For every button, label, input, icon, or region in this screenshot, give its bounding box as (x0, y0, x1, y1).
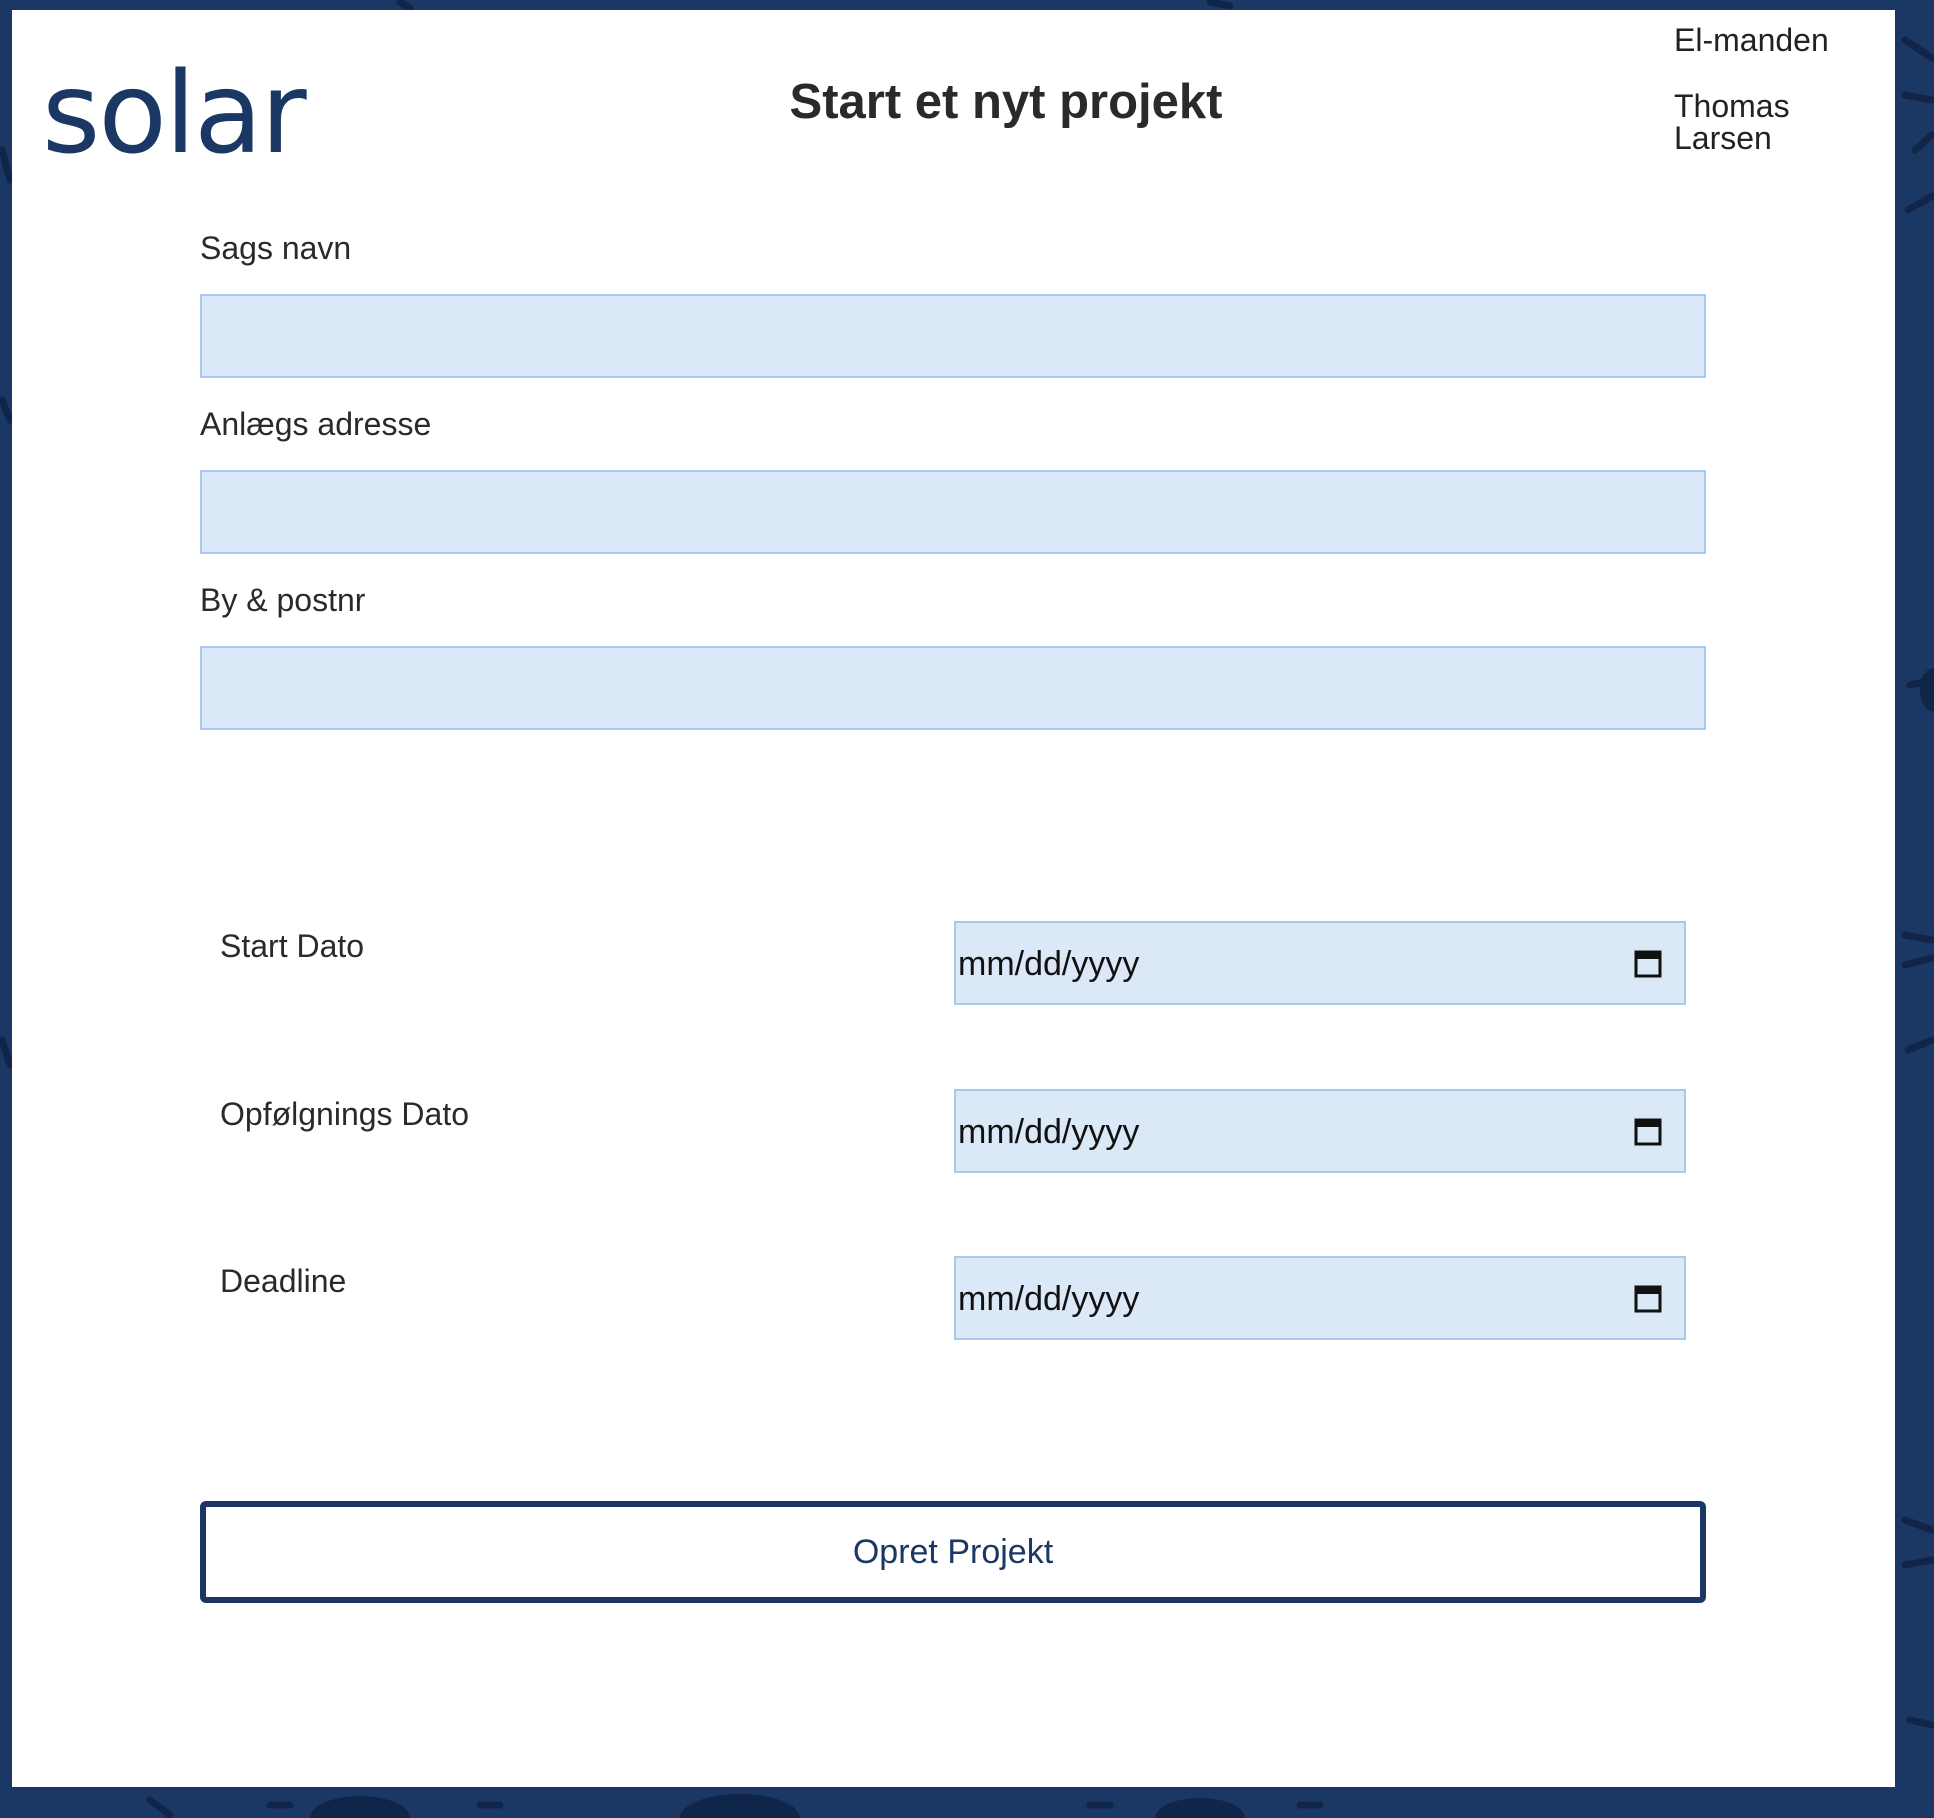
city-zip-input[interactable] (200, 646, 1706, 730)
main-panel: solar Start et nyt projekt El-manden Tho… (12, 10, 1895, 1787)
case-name-input[interactable] (200, 294, 1706, 378)
start-date-label: Start Dato (220, 928, 365, 964)
user-company: El-manden (1674, 22, 1829, 58)
followup-date-input[interactable]: mm/dd/yyyy (954, 1089, 1686, 1173)
user-info: El-manden Thomas Larsen (1674, 24, 1895, 154)
city-zip-label: By & postnr (200, 582, 366, 618)
site-address-label: Anlægs adresse (200, 406, 432, 442)
followup-date-label: Opfølgnings Dato (220, 1096, 470, 1132)
site-address-input[interactable] (200, 470, 1706, 554)
create-project-button[interactable]: Opret Projekt (200, 1501, 1706, 1603)
case-name-label: Sags navn (200, 230, 352, 266)
deadline-label: Deadline (220, 1263, 347, 1299)
page-title: Start et nyt projekt (789, 75, 1223, 129)
calendar-icon[interactable] (1634, 1283, 1662, 1313)
start-date-placeholder: mm/dd/yyyy (958, 945, 1140, 983)
calendar-icon[interactable] (1634, 1116, 1662, 1146)
deadline-input[interactable]: mm/dd/yyyy (954, 1256, 1686, 1340)
calendar-icon[interactable] (1634, 948, 1662, 978)
deadline-placeholder: mm/dd/yyyy (958, 1280, 1140, 1318)
followup-date-placeholder: mm/dd/yyyy (958, 1113, 1140, 1151)
start-date-input[interactable]: mm/dd/yyyy (954, 921, 1686, 1005)
user-name: Thomas Larsen (1674, 88, 1790, 156)
